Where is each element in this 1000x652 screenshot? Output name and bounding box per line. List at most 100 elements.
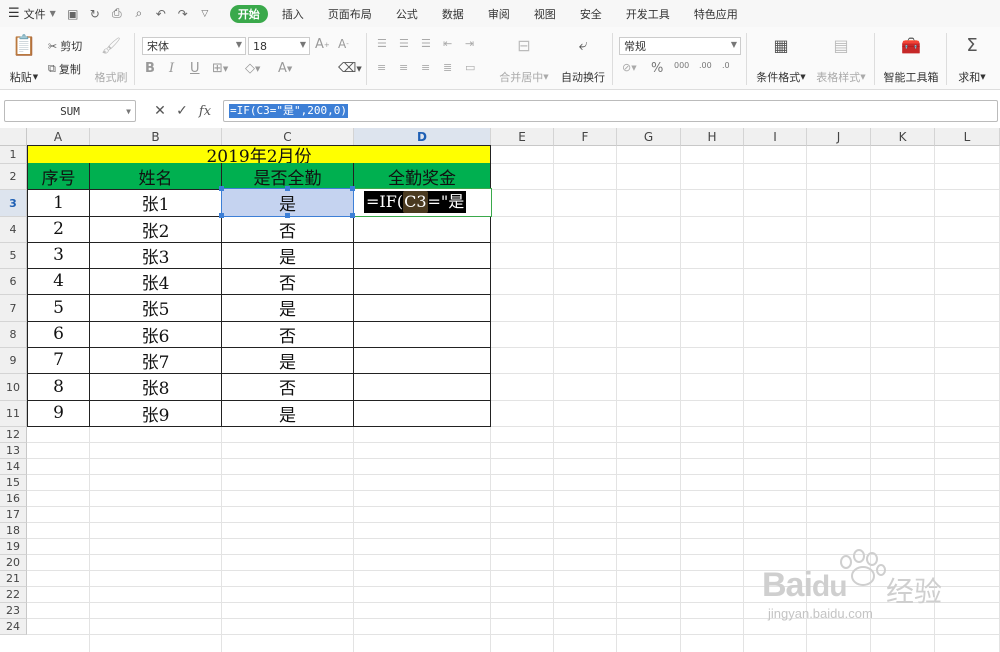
attendance-cell[interactable]: 是 [222, 400, 354, 427]
tab-view[interactable]: 视图 [528, 0, 562, 27]
fill-color-icon[interactable]: ◇ ▼ [245, 61, 260, 76]
border-icon[interactable]: ⊞ ▼ [212, 61, 228, 76]
row-header-7[interactable]: 7 [0, 295, 27, 322]
index-cell[interactable]: 9 [27, 400, 90, 427]
attendance-cell[interactable]: 是 [222, 294, 354, 322]
row-header-17[interactable]: 17 [0, 507, 27, 523]
bonus-cell[interactable] [354, 347, 491, 374]
name-cell[interactable]: 张5 [90, 294, 222, 322]
column-header-i[interactable]: I [744, 128, 807, 146]
italic-icon[interactable]: I [169, 61, 174, 76]
index-cell[interactable]: 3 [27, 242, 90, 269]
tab-security[interactable]: 安全 [574, 0, 608, 27]
row-header-15[interactable]: 15 [0, 475, 27, 491]
bonus-cell[interactable] [354, 321, 491, 348]
align-left-icon[interactable]: ≡ [377, 61, 386, 74]
increase-decimal-icon[interactable]: .00 [699, 61, 712, 70]
align-top-icon[interactable]: ☰ [377, 37, 387, 50]
formula-input[interactable]: =IF(C3="是",200,0) [223, 100, 998, 122]
row-header-20[interactable]: 20 [0, 555, 27, 571]
index-cell[interactable]: 2 [27, 216, 90, 243]
decrease-font-icon[interactable]: A- [338, 37, 349, 51]
index-cell[interactable]: 6 [27, 321, 90, 348]
tab-review[interactable]: 审阅 [482, 0, 516, 27]
clear-format-icon[interactable]: ⌫ ▼ [338, 61, 362, 76]
row-header-6[interactable]: 6 [0, 269, 27, 295]
currency-icon[interactable]: ⊘ ▼ [622, 61, 637, 74]
confirm-icon[interactable]: ✓ [172, 101, 192, 121]
align-right-icon[interactable]: ≡ [421, 61, 430, 74]
print-preview-icon[interactable]: ⌕ [128, 0, 150, 27]
tab-insert[interactable]: 插入 [276, 0, 310, 27]
column-header-f[interactable]: F [554, 128, 617, 146]
align-middle-icon[interactable]: ☰ [399, 37, 409, 50]
thousands-icon[interactable]: 000 [674, 61, 689, 70]
font-color-icon[interactable]: A ▼ [278, 61, 292, 76]
row-header-12[interactable]: 12 [0, 427, 27, 443]
copy-button[interactable]: ⧉ 复制 [48, 61, 81, 77]
attendance-cell[interactable]: 否 [222, 373, 354, 401]
cancel-icon[interactable]: ✕ [150, 101, 170, 121]
column-header-e[interactable]: E [491, 128, 554, 146]
bold-icon[interactable]: B [145, 61, 155, 76]
index-cell[interactable]: 8 [27, 373, 90, 401]
index-cell[interactable]: 7 [27, 347, 90, 374]
bonus-cell[interactable] [354, 400, 491, 427]
attendance-cell[interactable]: 是 [222, 347, 354, 374]
attendance-cell[interactable]: 是 [222, 189, 354, 217]
row-header-16[interactable]: 16 [0, 491, 27, 507]
row-header-8[interactable]: 8 [0, 322, 27, 348]
sheet-title-cell[interactable]: 2019年2月份 [27, 145, 491, 164]
column-header-h[interactable]: H [681, 128, 744, 146]
insert-function-icon[interactable]: fx [195, 101, 215, 121]
index-cell[interactable]: 5 [27, 294, 90, 322]
row-header-5[interactable]: 5 [0, 243, 27, 269]
name-cell[interactable]: 张2 [90, 216, 222, 243]
column-header-b[interactable]: B [90, 128, 222, 146]
row-header-18[interactable]: 18 [0, 523, 27, 539]
justify-icon[interactable]: ≣ [443, 61, 452, 74]
row-header-19[interactable]: 19 [0, 539, 27, 555]
row-header-4[interactable]: 4 [0, 217, 27, 243]
tab-home[interactable]: 开始 [229, 4, 268, 23]
decrease-decimal-icon[interactable]: .0 [722, 61, 730, 70]
row-header-24[interactable]: 24 [0, 619, 27, 635]
bonus-cell[interactable] [354, 268, 491, 295]
name-cell[interactable]: 张7 [90, 347, 222, 374]
bonus-cell[interactable] [354, 242, 491, 269]
align-center-icon[interactable]: ≡ [399, 61, 408, 74]
bonus-cell[interactable] [354, 373, 491, 401]
cut-button[interactable]: ✂ 剪切 [48, 38, 82, 54]
redo-icon[interactable]: ↷ [172, 0, 194, 27]
row-header-3[interactable]: 3 [0, 190, 27, 217]
name-box[interactable]: SUM ▼ [4, 100, 136, 122]
row-header-14[interactable]: 14 [0, 459, 27, 475]
indent-increase-icon[interactable]: ⇥ [465, 37, 474, 50]
increase-font-icon[interactable]: A + [315, 37, 330, 52]
bonus-cell[interactable] [354, 216, 491, 243]
active-cell-editor[interactable]: =IF(C3 ="是 [353, 188, 492, 217]
customize-icon[interactable]: ▽ [194, 0, 216, 27]
name-cell[interactable]: 张8 [90, 373, 222, 401]
attendance-cell[interactable]: 是 [222, 242, 354, 269]
tab-page-layout[interactable]: 页面布局 [322, 0, 378, 27]
name-cell[interactable]: 张9 [90, 400, 222, 427]
column-header-g[interactable]: G [617, 128, 681, 146]
number-format-select[interactable]: 常规 ▼ [619, 37, 741, 55]
header-cell[interactable]: 姓名 [90, 163, 222, 190]
attendance-cell[interactable]: 否 [222, 216, 354, 243]
row-header-23[interactable]: 23 [0, 603, 27, 619]
merge-center-button[interactable]: ⊟ 合并居中 ▼ [496, 33, 552, 85]
column-header-l[interactable]: L [935, 128, 1000, 146]
paste-button[interactable]: 📋 粘贴 ▼ [8, 33, 40, 85]
column-header-j[interactable]: J [807, 128, 871, 146]
header-cell[interactable]: 序号 [27, 163, 90, 190]
bonus-cell[interactable] [354, 294, 491, 322]
name-cell[interactable]: 张6 [90, 321, 222, 348]
undo-icon[interactable]: ↶ [150, 0, 172, 27]
conditional-format-button[interactable]: ▦ 条件格式 ▼ [752, 33, 810, 85]
header-cell[interactable]: 是否全勤 [222, 163, 354, 190]
name-cell[interactable]: 张1 [90, 189, 222, 217]
sum-button[interactable]: Σ 求和 ▼ [952, 33, 992, 85]
tab-data[interactable]: 数据 [436, 0, 470, 27]
